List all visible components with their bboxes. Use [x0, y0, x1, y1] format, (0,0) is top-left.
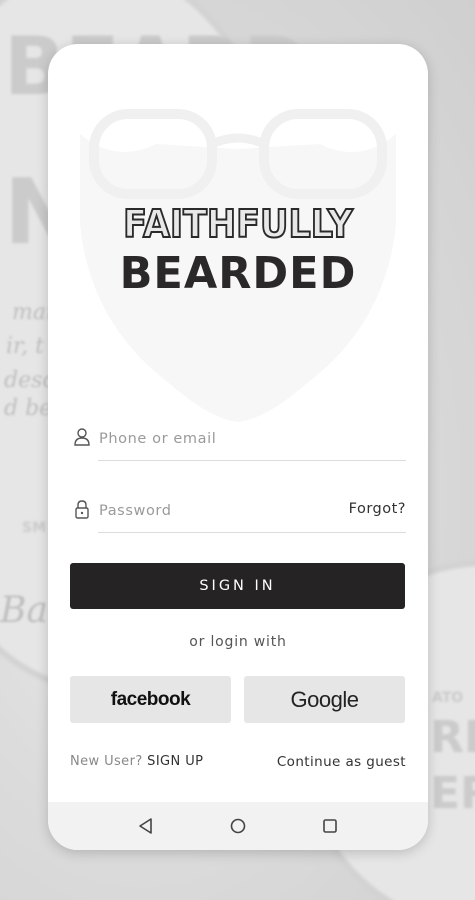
background-script: ir, t: [6, 334, 44, 359]
brand-logo: FAITHFULLY BEARDED: [48, 202, 428, 299]
system-navigation-bar: [48, 802, 428, 850]
background-brand-text: ER: [430, 768, 475, 819]
login-screen: FAITHFULLY BEARDED Forgot? SIGN IN or lo…: [48, 44, 428, 850]
new-user-prompt: New User? SIGN UP: [70, 754, 203, 769]
google-login-button[interactable]: Google: [244, 676, 405, 723]
password-field: Forgot?: [70, 493, 406, 533]
brand-logo-line1: FAITHFULLY: [122, 202, 354, 246]
sign-in-button[interactable]: SIGN IN: [70, 563, 405, 609]
new-user-text: New User?: [70, 754, 143, 769]
sign-up-link[interactable]: SIGN UP: [147, 754, 203, 769]
background-script: d be: [4, 396, 53, 421]
square-recents-icon[interactable]: [319, 815, 341, 837]
google-wordmark: Google: [290, 687, 359, 712]
continue-as-guest-link[interactable]: Continue as guest: [277, 754, 406, 770]
password-input[interactable]: [97, 497, 341, 525]
lock-icon: [75, 500, 89, 519]
background-stamp: SM: [22, 520, 47, 536]
password-underline: [98, 532, 406, 533]
identifier-input[interactable]: [97, 425, 341, 453]
forgot-password-link[interactable]: Forgot?: [349, 501, 406, 517]
identifier-underline: [98, 460, 406, 461]
brand-logo-line2: BEARDED: [119, 248, 357, 299]
background-brand-text: ATO: [432, 690, 464, 706]
facebook-wordmark: facebook: [110, 689, 191, 710]
circle-home-icon[interactable]: [227, 815, 249, 837]
or-login-with-text: or login with: [189, 634, 287, 650]
identifier-field: [70, 421, 406, 461]
user-icon: [74, 428, 90, 446]
triangle-back-icon[interactable]: [135, 815, 157, 837]
background-brand-text: RD: [430, 712, 475, 763]
facebook-login-button[interactable]: facebook: [70, 676, 231, 723]
